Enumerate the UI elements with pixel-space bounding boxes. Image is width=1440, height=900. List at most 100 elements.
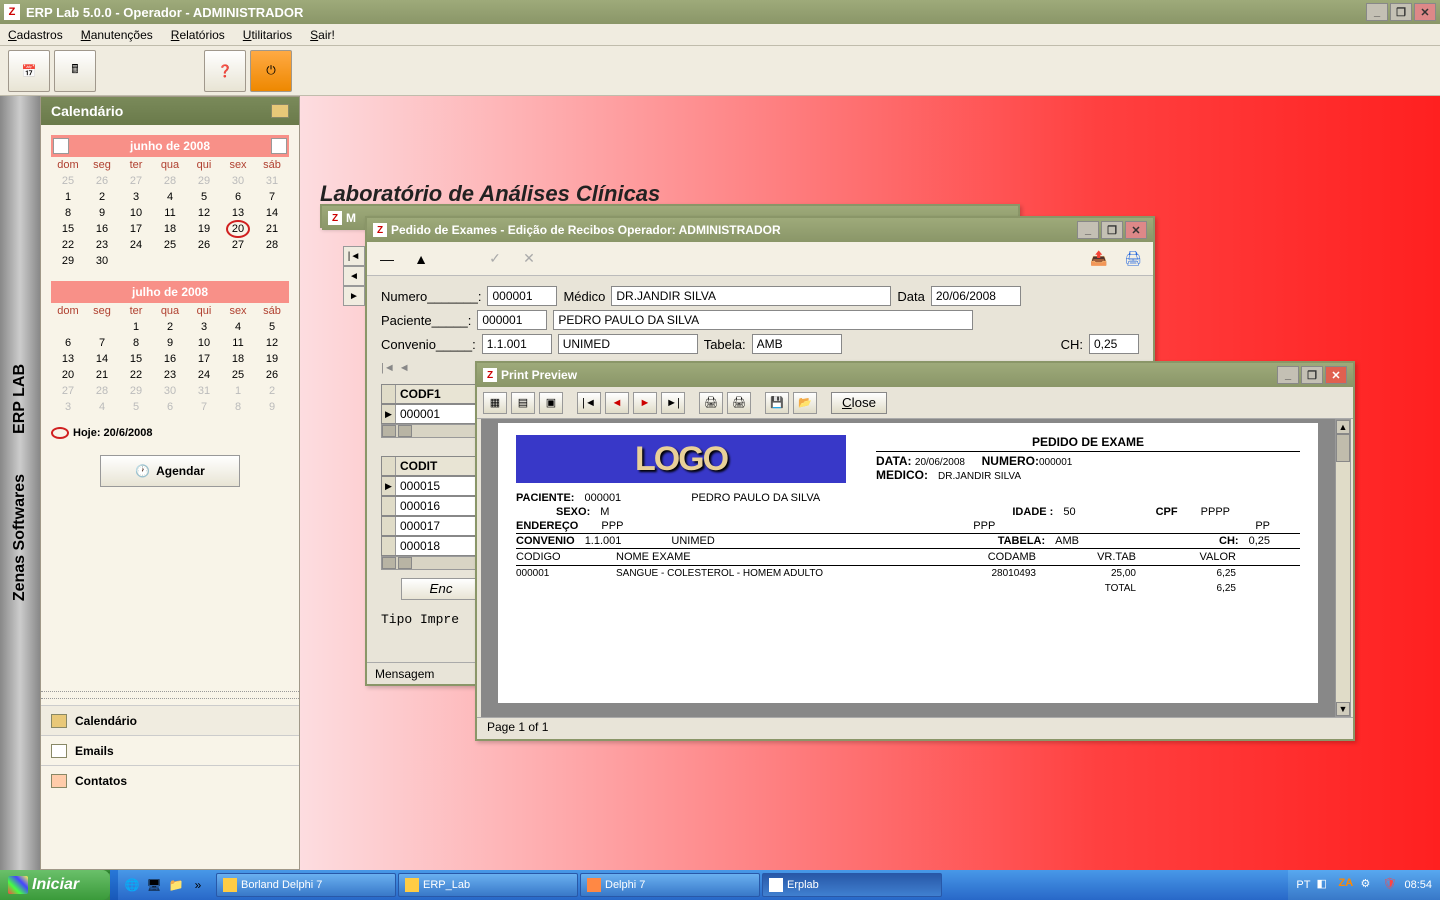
day-cell[interactable]: 2 xyxy=(85,189,119,205)
day-cell[interactable] xyxy=(187,253,221,269)
day-cell[interactable]: 26 xyxy=(255,367,289,383)
day-cell[interactable]: 27 xyxy=(119,173,153,189)
preview-titlebar[interactable]: Z Print Preview _ ❐ ✕ xyxy=(477,363,1353,387)
paciente-nome-field[interactable] xyxy=(553,310,973,330)
ql-ie-icon[interactable]: 🌐 xyxy=(122,875,142,895)
ql-more-icon[interactable]: » xyxy=(188,875,208,895)
maximize-button[interactable]: ❐ xyxy=(1390,3,1412,21)
day-cell[interactable]: 11 xyxy=(153,205,187,221)
preview-scrollbar[interactable]: ▲ ▼ xyxy=(1335,419,1351,717)
subnav-prev[interactable]: ◄ xyxy=(399,362,410,374)
day-cell[interactable]: 27 xyxy=(221,237,255,253)
menu-relatorios[interactable]: Relatórios xyxy=(171,28,225,42)
tb-up-icon[interactable]: ▲ xyxy=(409,247,433,271)
preview-maximize-button[interactable]: ❐ xyxy=(1301,366,1323,384)
nav-first-button[interactable]: |◄ xyxy=(343,246,365,266)
day-cell[interactable]: 3 xyxy=(187,319,221,335)
day-cell[interactable]: 8 xyxy=(221,399,255,415)
day-cell[interactable]: 29 xyxy=(51,253,85,269)
day-cell[interactable]: 25 xyxy=(221,367,255,383)
day-cell[interactable]: 30 xyxy=(153,383,187,399)
day-cell[interactable]: 7 xyxy=(187,399,221,415)
day-cell[interactable]: 16 xyxy=(153,351,187,367)
pedido-minimize-button[interactable]: _ xyxy=(1077,221,1099,239)
day-cell[interactable]: 23 xyxy=(85,237,119,253)
day-cell[interactable]: 10 xyxy=(119,205,153,221)
tray-za-icon[interactable]: ZA xyxy=(1338,877,1354,893)
day-cell[interactable]: 11 xyxy=(221,335,255,351)
toolbar-power-icon[interactable]: ⏻ xyxy=(250,50,292,92)
pedido-close-button[interactable]: ✕ xyxy=(1125,221,1147,239)
pv-last-icon[interactable]: ►| xyxy=(661,392,685,414)
day-cell[interactable]: 28 xyxy=(255,237,289,253)
day-cell[interactable]: 12 xyxy=(255,335,289,351)
day-cell[interactable]: 15 xyxy=(119,351,153,367)
pv-100-icon[interactable]: ▣ xyxy=(539,392,563,414)
toolbar-help-icon[interactable]: ❓ xyxy=(204,50,246,92)
encerrado-button[interactable]: Enc xyxy=(401,578,481,600)
close-button[interactable]: ✕ xyxy=(1414,3,1436,21)
pv-next-icon[interactable]: ► xyxy=(633,392,657,414)
numero-field[interactable] xyxy=(487,286,557,306)
paciente-cod-field[interactable] xyxy=(477,310,547,330)
nav-prev-button[interactable]: ◄ xyxy=(343,266,365,286)
pv-first-icon[interactable]: |◄ xyxy=(577,392,601,414)
day-cell[interactable]: 6 xyxy=(221,189,255,205)
day-cell[interactable]: 9 xyxy=(153,335,187,351)
day-cell[interactable]: 3 xyxy=(119,189,153,205)
convenio-cod-field[interactable] xyxy=(482,334,552,354)
day-cell[interactable]: 18 xyxy=(153,221,187,237)
data-field[interactable] xyxy=(931,286,1021,306)
day-cell[interactable]: 31 xyxy=(187,383,221,399)
day-cell[interactable]: 15 xyxy=(51,221,85,237)
day-cell[interactable]: 7 xyxy=(85,335,119,351)
toolbar-calendar-icon[interactable]: 📅 xyxy=(8,50,50,92)
pv-close-button[interactable]: CCloselose xyxy=(831,392,887,414)
today-row[interactable]: Hoje: 20/6/2008 xyxy=(51,427,289,439)
pv-print-icon[interactable]: 🖨 xyxy=(727,392,751,414)
tray-shield-icon[interactable]: 🛡 xyxy=(1382,877,1398,893)
pv-printsetup-icon[interactable]: 🖨 xyxy=(699,392,723,414)
day-cell[interactable]: 29 xyxy=(119,383,153,399)
day-cell[interactable]: 30 xyxy=(221,173,255,189)
day-cell[interactable]: 4 xyxy=(153,189,187,205)
day-cell[interactable]: 18 xyxy=(221,351,255,367)
day-cell[interactable]: 10 xyxy=(187,335,221,351)
day-cell[interactable]: 12 xyxy=(187,205,221,221)
month-prev-button[interactable]: ◄ xyxy=(53,138,69,154)
day-cell[interactable]: 20 xyxy=(51,367,85,383)
day-cell[interactable]: 6 xyxy=(51,335,85,351)
day-cell[interactable] xyxy=(85,319,119,335)
tb-print-icon[interactable]: 🖨 xyxy=(1121,247,1145,271)
day-cell[interactable]: 1 xyxy=(119,319,153,335)
pv-prev-icon[interactable]: ◄ xyxy=(605,392,629,414)
tabela-field[interactable] xyxy=(752,334,842,354)
day-cell[interactable] xyxy=(221,253,255,269)
sidebar-item-calendario[interactable]: Calendário xyxy=(41,705,299,735)
pv-save-icon[interactable]: 💾 xyxy=(765,392,789,414)
task-item-active[interactable]: Erplab xyxy=(762,873,942,897)
scroll-up-icon[interactable]: ▲ xyxy=(1336,420,1350,434)
day-cell[interactable]: 1 xyxy=(51,189,85,205)
task-item[interactable]: Delphi 7 xyxy=(580,873,760,897)
day-cell[interactable]: 9 xyxy=(255,399,289,415)
preview-minimize-button[interactable]: _ xyxy=(1277,366,1299,384)
day-cell[interactable]: 1 xyxy=(221,383,255,399)
day-cell[interactable]: 4 xyxy=(221,319,255,335)
pv-wholepage-icon[interactable]: ▦ xyxy=(483,392,507,414)
agendar-button[interactable]: 🕐 Agendar xyxy=(100,455,240,487)
start-button[interactable]: Iniciar xyxy=(0,870,110,900)
menu-manutencoes[interactable]: Manutenções xyxy=(81,28,153,42)
pedido-titlebar[interactable]: Z Pedido de Exames - Edição de Recibos O… xyxy=(367,218,1153,242)
day-cell[interactable]: 16 xyxy=(85,221,119,237)
medico-field[interactable] xyxy=(611,286,891,306)
day-cell[interactable]: 22 xyxy=(119,367,153,383)
day-cell[interactable]: 4 xyxy=(85,399,119,415)
day-cell[interactable]: 25 xyxy=(51,173,85,189)
clock[interactable]: 08:54 xyxy=(1404,879,1432,891)
day-cell[interactable]: 19 xyxy=(187,221,221,237)
ql-desktop-icon[interactable]: 🖥 xyxy=(144,875,164,895)
ch-field[interactable] xyxy=(1089,334,1139,354)
tb-minus-icon[interactable]: — xyxy=(375,247,399,271)
day-cell[interactable]: 6 xyxy=(153,399,187,415)
